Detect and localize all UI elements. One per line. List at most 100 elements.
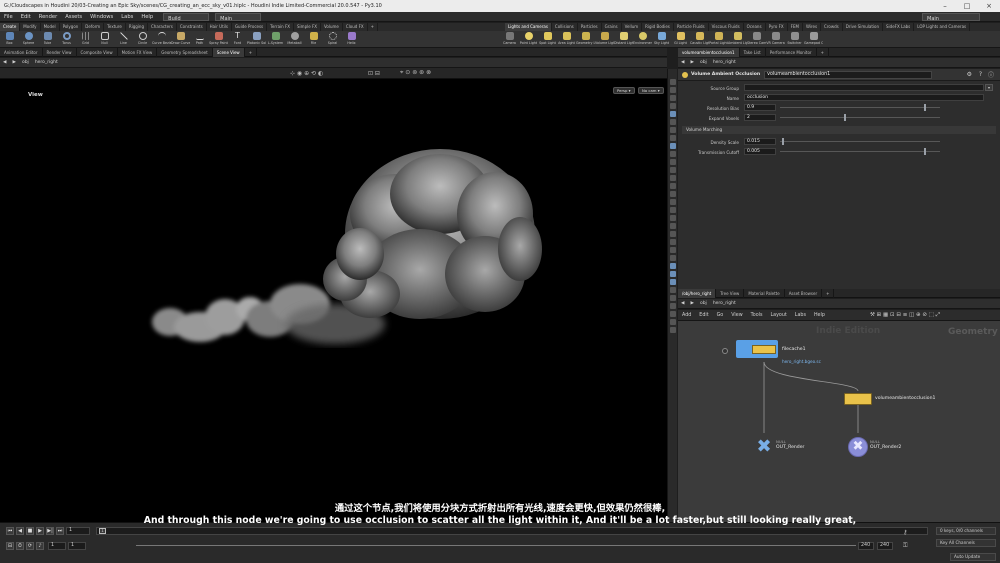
switcher-tool[interactable]: Switcher — [785, 31, 804, 48]
density-scale-knob[interactable] — [782, 138, 785, 145]
display-option-icon[interactable] — [669, 87, 676, 93]
stereo-camera-tool[interactable]: Stereo Camera — [747, 31, 766, 48]
tab-tree-view[interactable]: Tree View — [716, 288, 745, 298]
display-option-icon[interactable] — [669, 255, 676, 261]
network-menu-add[interactable]: Add — [678, 313, 695, 318]
start-frame-field[interactable]: 1 — [48, 542, 66, 550]
minimize-icon[interactable]: – — [934, 0, 956, 12]
auto-update-button[interactable]: Auto Update — [950, 553, 996, 561]
torus-tool[interactable]: Torus — [57, 31, 76, 48]
expand-voxels-slider[interactable] — [780, 117, 940, 118]
transmission-cutoff-slider[interactable] — [780, 151, 940, 152]
display-option-icon[interactable] — [669, 175, 676, 181]
path-hero-right[interactable]: hero_right — [32, 58, 61, 68]
vr-camera-tool[interactable]: VR Camera — [766, 31, 785, 48]
gi-light-tool[interactable]: GI Light — [671, 31, 690, 48]
environment-light-tool[interactable]: Environment Light — [633, 31, 652, 48]
display-option-icon[interactable] — [669, 271, 676, 277]
lock-icon[interactable]: ⚿ — [903, 542, 908, 550]
ambient-light-tool[interactable]: Ambient Light — [728, 31, 747, 48]
circle-tool[interactable]: Circle — [133, 31, 152, 48]
tab-composite-view[interactable]: Composite View — [77, 47, 118, 57]
back-arrow-icon[interactable]: ◀ — [678, 58, 687, 68]
source-group-dropdown-icon[interactable]: ▾ — [985, 84, 993, 91]
display-option-icon[interactable] — [669, 95, 676, 101]
path-hero-right[interactable]: hero_right — [710, 299, 739, 309]
sound-icon[interactable]: ♪ — [36, 542, 44, 550]
tab-network[interactable]: /obj/hero_right — [678, 288, 717, 298]
loop-icon[interactable]: ⟳ — [26, 542, 34, 550]
main-select[interactable]: Main — [215, 12, 262, 22]
display-option-icon[interactable] — [669, 279, 676, 285]
display-option-icon[interactable] — [669, 319, 676, 325]
path-tool[interactable]: Path — [190, 31, 209, 48]
volumeambientocclusion-node[interactable] — [844, 393, 872, 405]
display-option-icon[interactable] — [669, 295, 676, 301]
tube-tool[interactable]: Tube — [38, 31, 57, 48]
display-option-icon[interactable] — [669, 215, 676, 221]
display-option-icon[interactable] — [669, 143, 676, 149]
network-menu-labs[interactable]: Labs — [791, 313, 810, 318]
menu-render[interactable]: Render — [35, 12, 61, 22]
next-key-icon[interactable]: ▶| — [46, 527, 54, 535]
display-option-icon[interactable] — [669, 199, 676, 205]
display-option-icon[interactable] — [669, 207, 676, 213]
tab-scene-view[interactable]: Scene View — [212, 47, 245, 57]
distant-light-tool[interactable]: Distant Light — [614, 31, 633, 48]
network-menu-go[interactable]: Go — [713, 313, 728, 318]
frame-indicator[interactable]: 1 — [99, 528, 106, 534]
display-option-icon[interactable] — [669, 311, 676, 317]
realtime-icon[interactable]: ⏱ — [16, 542, 24, 550]
network-tools-icon[interactable]: ⚒ ⊞ ▦ ⊡ ⊟ ≡ ◫ ⊕ ⊘ ⬚ ⤢ — [870, 312, 940, 319]
forward-arrow-icon[interactable]: ▶ — [687, 58, 696, 68]
volume-light-tool[interactable]: Volume Light — [595, 31, 614, 48]
tab-take-list[interactable]: Take List — [740, 47, 766, 57]
filecache-node[interactable] — [736, 340, 778, 358]
source-group-field[interactable] — [744, 84, 984, 91]
maximize-icon[interactable]: □ — [956, 0, 978, 12]
gear-icon[interactable]: ⚙ — [967, 71, 972, 78]
expand-voxels-knob[interactable] — [844, 114, 846, 121]
range-end-field[interactable]: 240 — [858, 542, 874, 550]
resolution-bias-slider[interactable] — [780, 107, 940, 108]
scene-viewport[interactable] — [0, 79, 667, 522]
forward-arrow-icon[interactable]: ▶ — [687, 299, 696, 309]
camera-button[interactable]: No cam ▾ — [638, 87, 664, 94]
global-end-field[interactable]: 240 — [877, 542, 893, 550]
add-tab-icon[interactable]: + — [245, 47, 258, 57]
transmission-cutoff-knob[interactable] — [924, 148, 926, 155]
path-obj[interactable]: obj — [19, 58, 32, 68]
stop-icon[interactable]: ■ — [26, 527, 34, 535]
resolution-bias-knob[interactable] — [924, 104, 926, 111]
portal-light-tool[interactable]: Portal Light — [709, 31, 728, 48]
menu-help[interactable]: Help — [137, 12, 157, 22]
keys-channels-button[interactable]: 0 keys, 0/0 channels — [936, 527, 996, 535]
display-option-icon[interactable] — [669, 183, 676, 189]
tab-material-palette[interactable]: Material Palette — [744, 288, 785, 298]
volume-marching-section[interactable]: Volume Marching — [682, 126, 996, 134]
path-hero-right[interactable]: hero_right — [710, 58, 739, 68]
display-option-icon[interactable] — [669, 223, 676, 229]
file-tool[interactable]: File — [304, 31, 323, 48]
range-bar[interactable] — [136, 545, 856, 546]
caustic-light-tool[interactable]: Caustic Light — [690, 31, 709, 48]
grid-tool[interactable]: Grid — [76, 31, 95, 48]
display-option-icon[interactable] — [669, 119, 676, 125]
display-option-icon[interactable] — [669, 167, 676, 173]
out-render2-null-node[interactable]: ✖ — [848, 437, 868, 457]
key-all-channels-button[interactable]: Key All Channels — [936, 539, 996, 547]
draw-curve-tool[interactable]: Draw Curve — [171, 31, 190, 48]
sky-light-tool[interactable]: Sky Light — [652, 31, 671, 48]
display-option-icon[interactable] — [669, 135, 676, 141]
name-field[interactable]: occlusion — [744, 94, 984, 101]
point-light-tool[interactable]: Point Light — [519, 31, 538, 48]
snapping-icon[interactable]: ⌖ ⊙ ⊚ ⊛ ⊗ — [400, 69, 431, 77]
last-frame-icon[interactable]: ⏭ — [56, 527, 64, 535]
timeline-scrubber[interactable]: 1 — [96, 527, 928, 535]
display-option-icon[interactable] — [669, 327, 676, 333]
menu-edit[interactable]: Edit — [17, 12, 35, 22]
transform-tools-icon[interactable]: ⊹ ◉ ⊕ ⟲ ◐ — [290, 70, 323, 77]
tab-animation-editor[interactable]: Animation Editor — [0, 47, 43, 57]
platonic-solids-tool[interactable]: Platonic Solids — [247, 31, 266, 48]
back-arrow-icon[interactable]: ◀ — [678, 299, 687, 309]
